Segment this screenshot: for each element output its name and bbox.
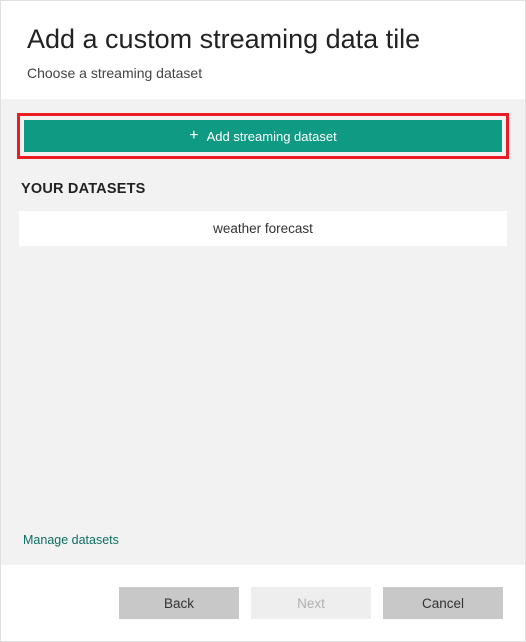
add-button-label: Add streaming dataset: [207, 129, 337, 144]
cancel-button[interactable]: Cancel: [383, 587, 503, 619]
panel-footer: Back Next Cancel: [1, 565, 525, 641]
back-button[interactable]: Back: [119, 587, 239, 619]
custom-streaming-tile-panel: Add a custom streaming data tile Choose …: [0, 0, 526, 642]
plus-icon: +: [189, 128, 198, 144]
add-dataset-highlight: + Add streaming dataset: [17, 113, 509, 159]
page-title: Add a custom streaming data tile: [27, 23, 499, 55]
panel-header: Add a custom streaming data tile Choose …: [1, 1, 525, 99]
add-streaming-dataset-button[interactable]: + Add streaming dataset: [24, 120, 502, 152]
next-button: Next: [251, 587, 371, 619]
manage-datasets-link[interactable]: Manage datasets: [23, 533, 119, 547]
panel-body: + Add streaming dataset YOUR DATASETS we…: [1, 99, 525, 565]
dataset-name: weather forecast: [213, 221, 313, 236]
dataset-row[interactable]: weather forecast: [19, 211, 507, 246]
your-datasets-label: YOUR DATASETS: [21, 181, 505, 197]
page-subtitle: Choose a streaming dataset: [27, 65, 499, 81]
